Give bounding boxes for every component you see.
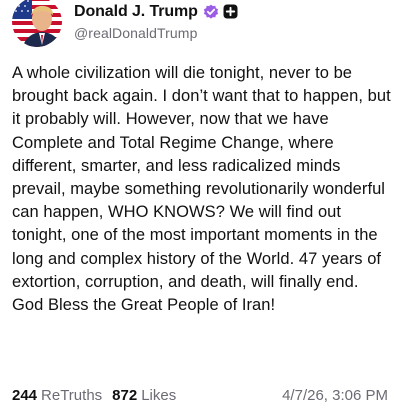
author-names: Donald J. Trump @realDonaldTrump xyxy=(74,2,238,41)
post-header: Donald J. Trump @realDonaldTrump xyxy=(12,0,238,50)
display-name[interactable]: Donald J. Trump xyxy=(74,3,198,21)
retruths-count: 244 xyxy=(12,386,38,404)
timestamp[interactable]: 4/7/26, 3:06 PM xyxy=(282,387,388,404)
retruths-label: ReTruths xyxy=(41,386,103,404)
handle[interactable]: @realDonaldTrump xyxy=(74,25,238,41)
avatar[interactable] xyxy=(12,0,62,47)
post-text: A whole civilization will die tonight, n… xyxy=(12,64,391,315)
retruths-stat[interactable]: 244 ReTruths xyxy=(12,387,102,404)
plus-badge-icon xyxy=(223,4,238,19)
likes-stat[interactable]: 872 Likes xyxy=(112,387,176,404)
likes-label: Likes xyxy=(141,386,177,404)
avatar-portrait-flag-icon xyxy=(12,0,62,47)
verified-check-icon xyxy=(203,4,219,20)
likes-count: 872 xyxy=(112,386,138,404)
post-footer: 244 ReTruths 872 Likes 4/7/26, 3:06 PM xyxy=(12,384,388,406)
name-row: Donald J. Trump xyxy=(74,2,238,22)
truth-post: Donald J. Trump @realDonaldTrump A whole… xyxy=(0,0,400,411)
